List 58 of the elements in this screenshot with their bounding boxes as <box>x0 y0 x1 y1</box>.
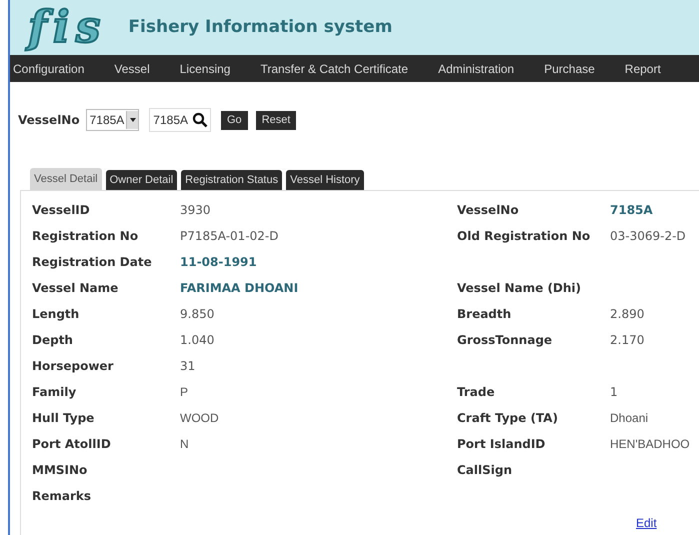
vessel-dropdown[interactable]: 7185A <box>86 109 140 131</box>
field-label: Vessel Name <box>32 280 120 297</box>
nav-item[interactable]: Configuration <box>13 60 84 78</box>
nav-item[interactable]: Vessel <box>114 60 150 78</box>
field-label: Remarks <box>32 488 92 505</box>
tab[interactable]: Registration Status <box>181 170 282 190</box>
field-value: 11-08-1991 <box>180 254 258 271</box>
field-label: CallSign <box>457 462 514 479</box>
tab[interactable]: Vessel History <box>286 170 364 190</box>
field-value: Dhoani <box>610 410 650 427</box>
field-label: Old Registration No <box>457 228 592 245</box>
field-value: P7185A-01-02-D <box>180 228 280 245</box>
field-label: Port AtollID <box>32 436 112 453</box>
field-label: Registration No <box>32 228 140 245</box>
field-label: Craft Type (TA) <box>457 410 559 427</box>
field-label: Family <box>32 384 78 401</box>
edit-link[interactable]: Edit <box>636 514 657 532</box>
reset-button[interactable]: Reset <box>256 110 296 130</box>
nav-item[interactable]: Administration <box>438 60 514 78</box>
search-icon <box>192 112 208 128</box>
field-label: GrossTonnage <box>457 332 554 349</box>
field-label: MMSINo <box>32 462 88 479</box>
field-value: FARIMAA DHOANI <box>180 280 300 297</box>
field-value: 31 <box>180 358 196 375</box>
field-value: 1 <box>610 384 619 401</box>
nav-item[interactable]: Transfer & Catch Certificate <box>260 60 408 78</box>
field-value: P <box>180 384 190 401</box>
field-value: N <box>180 436 190 453</box>
field-value: 3930 <box>180 202 212 219</box>
field-value: WOOD <box>180 410 220 427</box>
field-label: Trade <box>457 384 496 401</box>
field-label: Vessel Name (Dhi) <box>457 280 582 297</box>
app-title: Fishery Information system <box>128 16 392 39</box>
field-label: Length <box>32 306 80 323</box>
search-field[interactable]: 7185A <box>149 108 211 132</box>
field-value: 7185A <box>610 202 654 219</box>
vessel-no-label: VesselNo <box>18 112 80 129</box>
field-label: Horsepower <box>32 358 114 375</box>
field-label: Port IslandID <box>457 436 546 453</box>
tab[interactable]: Owner Detail <box>106 170 178 190</box>
field-label: Hull Type <box>32 410 96 427</box>
field-value: 1.040 <box>180 332 216 349</box>
logo: fis <box>28 6 106 50</box>
field-label: Registration Date <box>32 254 153 271</box>
nav-item[interactable]: Licensing <box>180 60 230 78</box>
field-value: 03-3069-2-D <box>610 228 687 245</box>
field-value: 2.890 <box>610 306 646 323</box>
field-label: VesselNo <box>457 202 520 219</box>
nav-item[interactable]: Purchase <box>544 60 595 78</box>
go-button[interactable]: Go <box>221 110 248 130</box>
field-value: HEN'BADHOO <box>610 436 691 453</box>
field-label: Breadth <box>457 306 512 323</box>
field-value: 9.850 <box>180 306 216 323</box>
field-label: VesselID <box>32 202 91 219</box>
tab[interactable]: Vessel Detail <box>30 168 102 190</box>
nav-item[interactable]: Report <box>624 60 661 78</box>
field-value: 2.170 <box>610 332 646 349</box>
field-label: Depth <box>32 332 74 349</box>
